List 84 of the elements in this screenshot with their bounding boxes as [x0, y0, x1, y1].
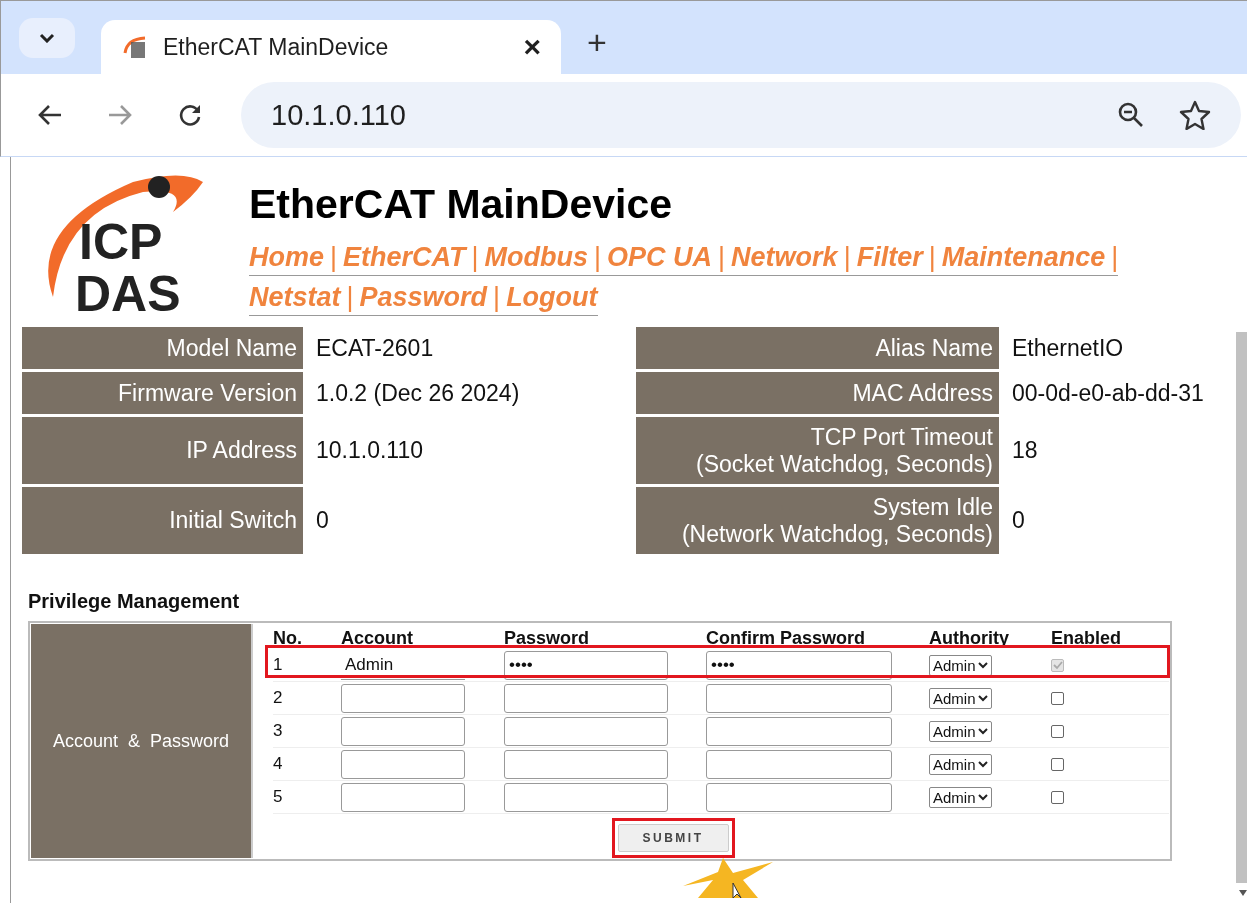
password-field[interactable]: [504, 749, 668, 779]
column-header: No.: [273, 628, 303, 649]
field-value: 0: [1011, 506, 1026, 535]
field-value: 18: [1011, 436, 1039, 465]
column-header: Enabled: [1051, 628, 1122, 649]
field-value: ECAT-2601: [315, 333, 435, 363]
browser-tab[interactable]: EtherCAT MainDevice ×: [101, 20, 561, 74]
url-text: 10.1.0.110: [271, 98, 407, 132]
section-title: Privilege Management: [28, 590, 241, 613]
chevron-down-icon: [977, 793, 988, 801]
row-number: 2: [273, 688, 284, 708]
nav-separator: |: [594, 242, 602, 273]
field-label: Firmware Version: [22, 372, 303, 414]
logo-text: ICP: [79, 217, 163, 267]
authority-select[interactable]: Admin: [929, 753, 992, 775]
column-header: Authority: [929, 628, 1010, 649]
confirm-password-field[interactable]: [706, 716, 892, 746]
nav-separator: |: [1111, 242, 1119, 273]
field-label: Model Name: [22, 327, 303, 369]
account-field[interactable]: [341, 782, 465, 812]
reload-icon[interactable]: [177, 102, 203, 128]
tab-title: EtherCAT MainDevice: [163, 33, 390, 61]
confirm-password-field[interactable]: [706, 683, 892, 713]
account-field[interactable]: [341, 683, 465, 713]
scroll-down-icon[interactable]: [1238, 889, 1247, 897]
address-bar[interactable]: 10.1.0.110: [241, 82, 1241, 148]
authority-select[interactable]: Admin: [929, 786, 992, 808]
field-label-line: (Network Watchdog, Seconds): [681, 520, 993, 548]
scrollbar-thumb[interactable]: [1236, 332, 1247, 883]
field-value: 00-0d-e0-ab-dd-31: [1011, 378, 1205, 408]
enabled-checkbox[interactable]: [1051, 724, 1064, 738]
enabled-checkbox[interactable]: [1051, 691, 1064, 705]
zoom-out-icon[interactable]: [1117, 101, 1145, 129]
authority-select[interactable]: Admin: [929, 687, 992, 709]
password-field[interactable]: [504, 782, 668, 812]
account-password-label: Account & Password: [31, 624, 251, 858]
bookmark-star-icon[interactable]: [1179, 100, 1211, 130]
tab-list-button[interactable]: [19, 18, 75, 58]
password-field[interactable]: [504, 683, 668, 713]
enabled-checkbox[interactable]: [1051, 790, 1064, 804]
field-label: MAC Address: [636, 372, 999, 414]
row-number: 1: [273, 655, 284, 675]
nav-separator: |: [928, 242, 936, 273]
nav-separator: |: [330, 242, 338, 273]
field-label: Alias Name: [636, 327, 999, 369]
row-number: 3: [273, 721, 284, 741]
account-field[interactable]: [341, 716, 465, 746]
chevron-down-icon: [39, 33, 55, 43]
field-label-line: TCP Port Timeout: [810, 423, 993, 451]
column-header: Password: [504, 628, 591, 649]
field-value: 1.0.2 (Dec 26 2024): [315, 378, 521, 408]
logo-text: DAS: [75, 269, 181, 319]
field-label-line: System Idle: [872, 493, 993, 521]
field-label: Initial Switch: [22, 487, 303, 554]
column-header: Account: [341, 628, 414, 649]
row-number: 4: [273, 754, 284, 774]
submit-button[interactable]: SUBMIT: [617, 824, 729, 852]
account-field[interactable]: [341, 749, 465, 779]
page-title: EtherCAT MainDevice: [249, 181, 673, 228]
field-label: IP Address: [22, 417, 303, 484]
field-value: EthernetIO: [1011, 333, 1125, 363]
chevron-down-icon: [977, 661, 988, 669]
row-number: 5: [273, 787, 284, 807]
field-value: 10.1.0.110: [315, 436, 424, 465]
enabled-checkbox[interactable]: [1051, 757, 1064, 771]
field-value: 0: [315, 506, 330, 535]
nav-separator: |: [843, 242, 851, 273]
nav-separator: |: [346, 282, 354, 313]
back-icon[interactable]: [37, 103, 63, 127]
authority-select[interactable]: Admin: [929, 720, 992, 742]
chevron-down-icon: [977, 727, 988, 735]
nav-separator: |: [471, 242, 479, 273]
close-tab-button[interactable]: ×: [523, 30, 541, 64]
column-header: Confirm Password: [706, 628, 867, 649]
chevron-down-icon: [977, 760, 988, 768]
confirm-password-field[interactable]: [706, 782, 892, 812]
nav-separator: |: [493, 282, 501, 313]
forward-icon[interactable]: [107, 103, 133, 127]
field-label-line: (Socket Watchdog, Seconds): [696, 450, 993, 478]
chevron-down-icon: [977, 694, 988, 702]
nav-separator: |: [718, 242, 726, 273]
confirm-password-field[interactable]: [706, 749, 892, 779]
password-field[interactable]: [504, 716, 668, 746]
new-tab-button[interactable]: +: [587, 23, 607, 62]
